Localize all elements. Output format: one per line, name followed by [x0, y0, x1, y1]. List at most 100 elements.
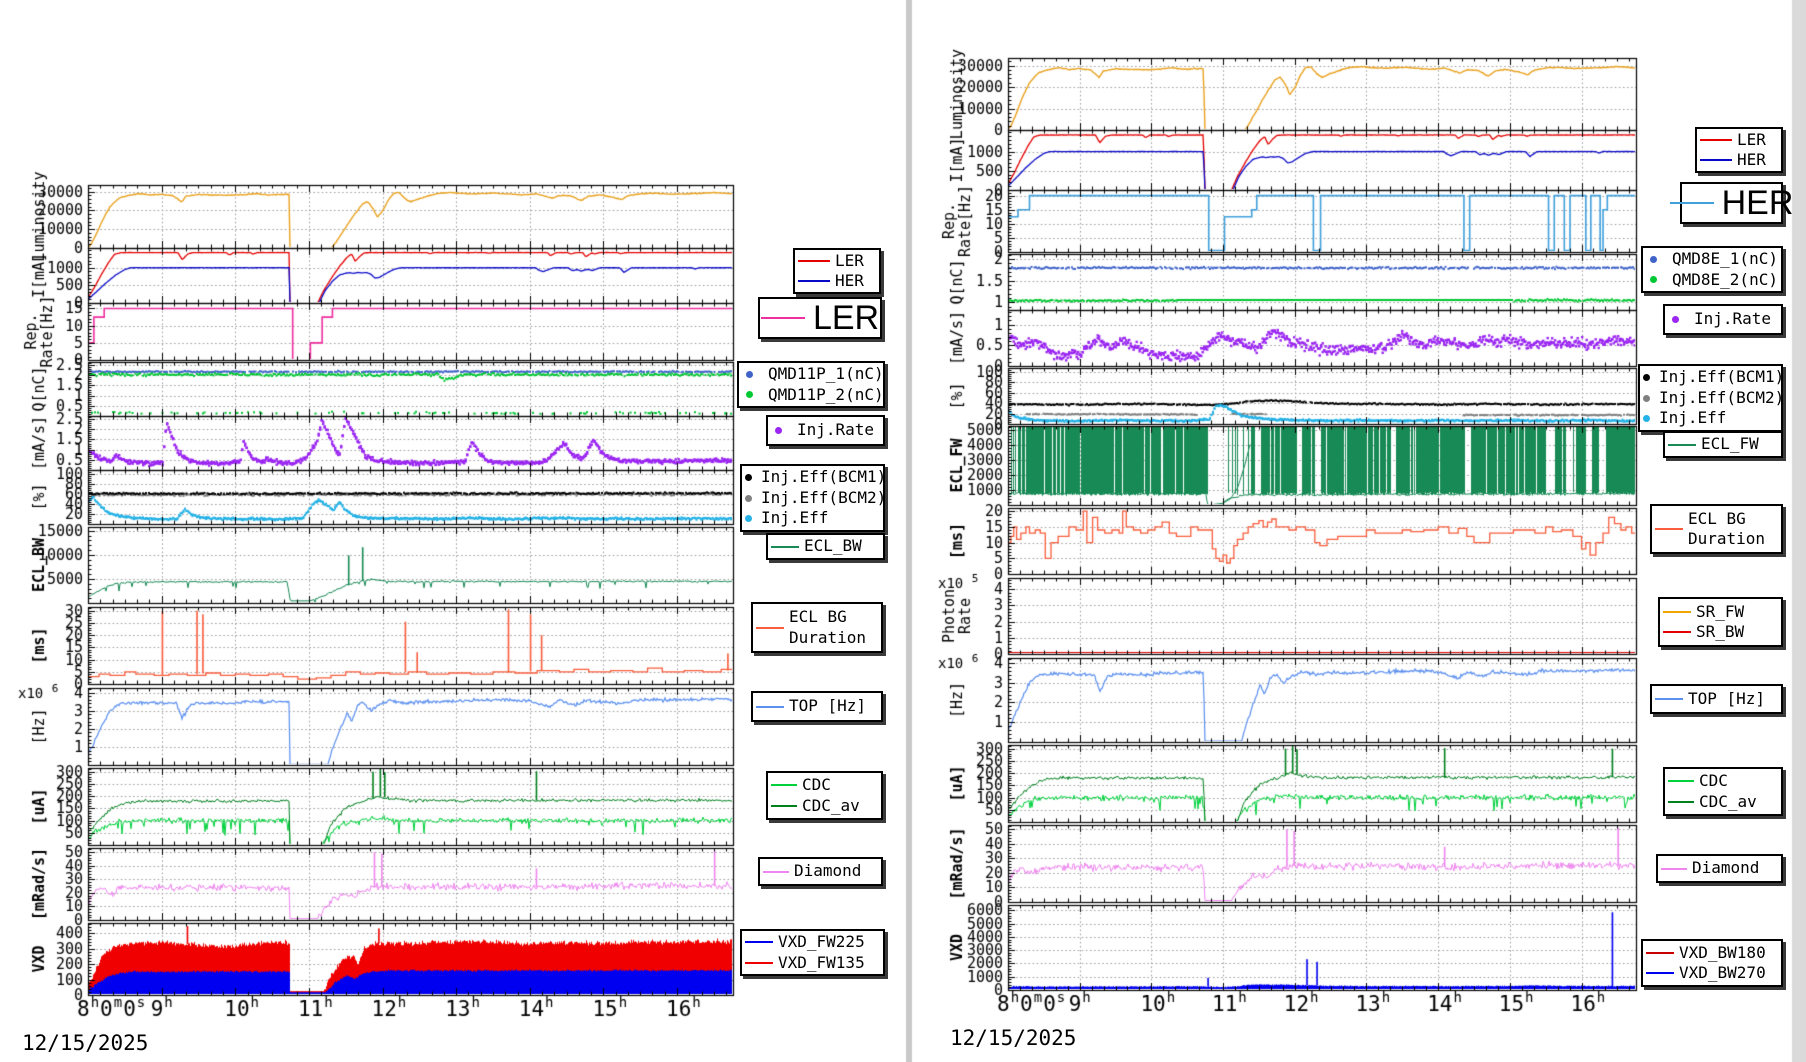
legend-current-ler-her: LER HER — [793, 248, 881, 294]
cdc-av-line-swatch — [771, 805, 797, 807]
cdc-av-line-swatch — [1668, 801, 1694, 803]
beam-monitor-screen: { "shared_points": { "lumi": [[8,300],[8… — [0, 0, 1806, 1062]
legend-entry: HER — [1700, 150, 1778, 170]
legend-label: ECL_FW — [1701, 434, 1759, 454]
legend-label: CDC — [802, 775, 831, 795]
legend-inj-rate-left: Inj.Rate — [766, 415, 885, 446]
legend-entry: SR_BW — [1663, 622, 1778, 642]
inj-eff-dot-swatch — [1643, 415, 1650, 422]
ecl-bw-line-swatch — [771, 546, 799, 548]
legend-entry: SR_FW — [1663, 602, 1778, 622]
top-line-swatch — [1655, 698, 1683, 700]
vxd-bw270-line-swatch — [1646, 972, 1674, 974]
legend-label: Inj.Eff — [761, 508, 828, 528]
legend-entry: ECL BG Duration — [756, 607, 878, 648]
legend-entry: Diamond — [763, 861, 878, 881]
legend-label: Diamond — [794, 861, 861, 881]
legend-label: VXD_BW180 — [1679, 943, 1766, 963]
inj-eff-bcm1-dot-swatch — [745, 474, 752, 481]
legend-cdc-right: CDC CDC_av — [1663, 767, 1783, 816]
legend-label: TOP [Hz] — [789, 696, 866, 716]
legend-label: SR_BW — [1696, 622, 1744, 642]
monitor-charts-canvas — [0, 0, 1806, 1062]
diamond-line-swatch — [1661, 868, 1687, 870]
legend-entry: VXD_FW135 — [745, 953, 880, 973]
her-line-swatch — [798, 280, 830, 282]
legend-label: LER — [835, 251, 864, 271]
ecl-fw-line-swatch — [1668, 444, 1696, 446]
legend-ecl-bg-left: ECL BG Duration — [751, 602, 883, 653]
legend-label: VXD_BW270 — [1679, 963, 1766, 983]
legend-label: Inj.Rate — [1694, 309, 1771, 329]
left-date-label: 12/15/2025 — [22, 1031, 148, 1055]
legend-label: ECL BG Duration — [1688, 509, 1765, 550]
legend-label: Inj.Rate — [797, 420, 874, 440]
legend-entry: CDC_av — [771, 796, 878, 816]
legend-label: Inj.Eff(BCM1) — [761, 467, 886, 487]
qmd8e2-dot-swatch — [1650, 276, 1657, 283]
inj-eff-bcm2-dot-swatch — [745, 495, 752, 502]
legend-entry: TOP [Hz] — [1655, 689, 1778, 709]
vxd-fw225-line-swatch — [745, 941, 773, 943]
legend-entry: Inj.Rate — [1668, 309, 1778, 329]
legend-ecl-bg-right: ECL BG Duration — [1650, 504, 1783, 554]
vxd-fw135-line-swatch — [745, 962, 773, 964]
legend-entry: HER — [1685, 184, 1778, 223]
cdc-line-swatch — [1668, 780, 1694, 782]
legend-label: HER — [1737, 150, 1766, 170]
legend-label: TOP [Hz] — [1688, 689, 1765, 709]
legend-label: Diamond — [1692, 858, 1759, 878]
diamond-line-swatch — [763, 871, 789, 873]
legend-entry: VXD_BW180 — [1646, 943, 1778, 963]
legend-entry: Inj.Eff(BCM2) — [745, 488, 880, 508]
ecl-bg-line-swatch — [1655, 528, 1683, 530]
inj-eff-bcm2-dot-swatch — [1643, 395, 1650, 402]
inj-eff-bcm1-dot-swatch — [1643, 374, 1650, 381]
legend-label: HER — [835, 271, 864, 291]
legend-label: HER — [1722, 184, 1794, 223]
top-line-swatch — [756, 706, 784, 708]
legend-label: ECL_BW — [804, 536, 862, 556]
legend-label: CDC_av — [802, 796, 860, 816]
legend-label: VXD_FW135 — [778, 953, 865, 973]
legend-entry: CDC — [1668, 771, 1778, 791]
legend-vxd-bw: VXD_BW180 VXD_BW270 — [1641, 939, 1783, 987]
her-line-swatch — [1700, 159, 1732, 161]
inj-eff-dot-swatch — [745, 515, 752, 522]
legend-cdc-left: CDC CDC_av — [766, 771, 883, 820]
sr-bw-line-swatch — [1663, 631, 1691, 633]
legend-entry: Inj.Rate — [771, 420, 880, 440]
legend-diamond-right: Diamond — [1656, 854, 1783, 883]
legend-entry: Inj.Eff — [1643, 408, 1778, 428]
ler-line-swatch — [798, 260, 830, 262]
her-reprate-line-swatch — [1670, 202, 1714, 204]
legend-inj-rate-right: Inj.Rate — [1663, 304, 1783, 335]
legend-label: Inj.Eff(BCM2) — [761, 488, 886, 508]
legend-label: CDC — [1699, 771, 1728, 791]
legend-inj-eff-left: Inj.Eff(BCM1) Inj.Eff(BCM2) Inj.Eff — [740, 464, 885, 532]
qmd8e1-dot-swatch — [1650, 256, 1657, 263]
legend-entry: Inj.Eff — [745, 508, 880, 528]
legend-label: Inj.Eff(BCM1) — [1659, 367, 1784, 387]
legend-label: SR_FW — [1696, 602, 1744, 622]
right-date-label: 12/15/2025 — [950, 1026, 1076, 1050]
legend-label: VXD_FW225 — [778, 932, 865, 952]
legend-entry: QMD11P_1(nC) — [742, 364, 880, 384]
legend-entry: HER — [798, 271, 876, 291]
legend-entry: ECL_FW — [1668, 434, 1778, 454]
legend-qmd8e: QMD8E_1(nC) QMD8E_2(nC) — [1641, 246, 1783, 293]
legend-entry: TOP [Hz] — [756, 696, 878, 716]
legend-entry: LER — [798, 251, 876, 271]
legend-qmd11p: QMD11P_1(nC) QMD11P_2(nC) — [737, 361, 885, 408]
ler-line-swatch — [1700, 139, 1732, 141]
legend-entry: VXD_BW270 — [1646, 963, 1778, 983]
legend-label: ECL BG Duration — [789, 607, 866, 648]
legend-label: LER — [813, 299, 879, 338]
legend-entry: CDC_av — [1668, 792, 1778, 812]
inj-rate-dot-swatch — [775, 427, 782, 434]
qmd11p2-dot-swatch — [746, 391, 753, 398]
legend-entry: ECL_BW — [771, 536, 880, 556]
legend-label: QMD8E_1(nC) — [1672, 249, 1778, 269]
legend-label: QMD11P_2(nC) — [768, 385, 884, 405]
legend-entry: QMD8E_1(nC) — [1646, 249, 1778, 269]
